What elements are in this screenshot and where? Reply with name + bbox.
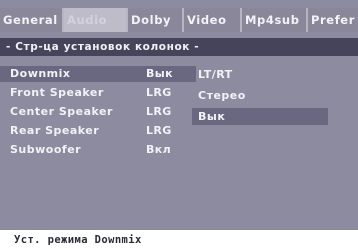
tab-video[interactable]: Video <box>184 8 242 32</box>
setting-value: LRG <box>146 86 172 99</box>
setting-row-rear-speaker[interactable]: Rear Speaker LRG <box>0 123 196 139</box>
setting-label: Front Speaker <box>10 86 104 99</box>
setting-label: Center Speaker <box>10 105 113 118</box>
setting-value: LRG <box>146 124 172 137</box>
tab-mp4sub[interactable]: Mp4sub <box>242 8 308 32</box>
tab-prefer[interactable]: Prefer <box>308 8 358 32</box>
setting-row-front-speaker[interactable]: Front Speaker LRG <box>0 85 196 101</box>
tab-bar: General Audio Dolby Video Mp4sub Prefer <box>0 8 358 32</box>
setting-value: Вык <box>146 67 173 80</box>
option-lt-rt[interactable]: LT/RT <box>192 66 328 83</box>
setting-label: Downmix <box>10 67 71 80</box>
tab-general[interactable]: General <box>0 8 64 32</box>
setting-value: Вкл <box>146 143 172 156</box>
option-off[interactable]: Вык <box>192 108 328 125</box>
status-bar: Уст. режима Downmix <box>0 230 358 249</box>
setting-label: Rear Speaker <box>10 124 100 137</box>
setting-value: LRG <box>146 105 172 118</box>
status-text: Уст. режима Downmix <box>14 234 142 246</box>
setting-row-downmix[interactable]: Downmix Вык <box>0 66 196 82</box>
option-stereo[interactable]: Стерео <box>192 87 328 104</box>
page-title: - Стр-ца установок колонок - <box>0 38 358 56</box>
setting-label: Subwoofer <box>10 143 82 156</box>
tab-dolby[interactable]: Dolby <box>128 8 184 32</box>
setting-row-center-speaker[interactable]: Center Speaker LRG <box>0 104 196 120</box>
tab-audio[interactable]: Audio <box>64 8 128 32</box>
dvd-setup-menu: General Audio Dolby Video Mp4sub Prefer … <box>0 0 358 249</box>
setting-row-subwoofer[interactable]: Subwoofer Вкл <box>0 142 196 158</box>
